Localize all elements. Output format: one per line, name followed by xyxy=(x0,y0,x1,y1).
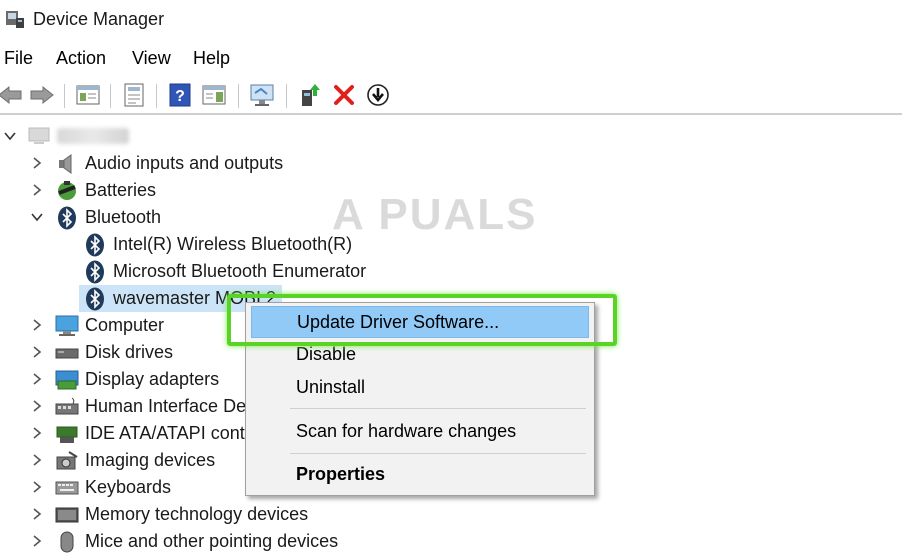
menu-action[interactable]: Action xyxy=(56,48,106,69)
chevron-right-icon[interactable] xyxy=(30,534,44,548)
monitor-icon[interactable] xyxy=(248,81,276,109)
annotation-highlight-box xyxy=(227,294,617,346)
tree-item-disk-drives[interactable]: Disk drives xyxy=(55,339,173,366)
uninstall-icon[interactable] xyxy=(330,81,358,109)
bluetooth-icon xyxy=(83,287,107,311)
chevron-right-icon[interactable] xyxy=(30,480,44,494)
chevron-right-icon[interactable] xyxy=(30,345,44,359)
chevron-right-icon[interactable] xyxy=(30,453,44,467)
svg-text:?: ? xyxy=(175,88,185,105)
battery-icon xyxy=(55,179,79,203)
chevron-right-icon[interactable] xyxy=(30,372,44,386)
chevron-right-icon[interactable] xyxy=(30,318,44,332)
chevron-right-icon[interactable] xyxy=(30,156,44,170)
bluetooth-icon xyxy=(55,206,79,230)
update-driver-icon[interactable] xyxy=(296,81,324,109)
tree-item-display-adapters[interactable]: Display adapters xyxy=(55,366,219,393)
tree-item-label: Display adapters xyxy=(85,369,220,389)
ide-icon xyxy=(55,422,79,446)
memory-icon xyxy=(55,503,79,527)
tree-item-label: Batteries xyxy=(85,180,157,200)
bluetooth-icon xyxy=(83,233,107,257)
chevron-right-icon[interactable] xyxy=(30,399,44,413)
toolbar-divider xyxy=(0,113,902,115)
tree-item-label: Microsoft Bluetooth Enumerator xyxy=(113,261,367,281)
chevron-right-icon[interactable] xyxy=(30,426,44,440)
tree-item-label: Disk drives xyxy=(85,342,174,362)
tree-item-label: Memory technology devices xyxy=(85,504,309,524)
disk-icon xyxy=(55,341,79,365)
chevron-down-icon[interactable] xyxy=(30,210,44,224)
tree-item-label: Imaging devices xyxy=(85,450,216,470)
chevron-right-icon[interactable] xyxy=(30,183,44,197)
chevron-down-icon[interactable] xyxy=(3,129,17,143)
tree-item-batteries[interactable]: Batteries xyxy=(55,177,156,204)
properties-icon[interactable] xyxy=(120,81,148,109)
computer-root-icon xyxy=(27,124,51,148)
tree-item-label: Keyboards xyxy=(85,477,172,497)
menu-bar: File Action View Help xyxy=(0,44,902,74)
tree-item-bluetooth[interactable]: Bluetooth xyxy=(55,204,161,231)
toolbar: ? xyxy=(0,78,902,112)
tree-item-mice[interactable]: Mice and other pointing devices xyxy=(55,528,338,555)
computer-icon xyxy=(55,314,79,338)
tree-item-computer[interactable]: Computer xyxy=(55,312,164,339)
tree-root[interactable] xyxy=(27,122,129,149)
tree-item-label: Bluetooth xyxy=(85,207,162,227)
hid-icon xyxy=(55,395,79,419)
keyboard-icon xyxy=(55,476,79,500)
forward-icon[interactable] xyxy=(28,81,56,109)
title-bar: Device Manager xyxy=(0,0,902,40)
help-icon[interactable]: ? xyxy=(166,81,194,109)
tree-item-label: Audio inputs and outputs xyxy=(85,153,284,173)
menu-item-uninstall[interactable]: Uninstall xyxy=(246,371,594,403)
menu-separator xyxy=(290,408,586,409)
download-icon[interactable] xyxy=(364,81,392,109)
bluetooth-icon xyxy=(83,260,107,284)
tree-item-intel-bluetooth[interactable]: Intel(R) Wireless Bluetooth(R) xyxy=(83,231,352,258)
tree-item-keyboards[interactable]: Keyboards xyxy=(55,474,171,501)
tree-item-label: Mice and other pointing devices xyxy=(85,531,339,551)
menu-item-properties[interactable]: Properties xyxy=(246,458,594,490)
root-computer-name xyxy=(57,127,129,144)
menu-item-scan-hardware[interactable]: Scan for hardware changes xyxy=(246,415,594,447)
speaker-icon xyxy=(55,152,79,176)
camera-icon xyxy=(55,449,79,473)
tree-item-memory[interactable]: Memory technology devices xyxy=(55,501,308,528)
tree-item-label: Computer xyxy=(85,315,165,335)
window-title: Device Manager xyxy=(33,9,165,29)
tree-item-imaging[interactable]: Imaging devices xyxy=(55,447,215,474)
device-manager-icon xyxy=(6,11,24,28)
display-adapter-icon xyxy=(55,368,79,392)
tree-item-audio[interactable]: Audio inputs and outputs xyxy=(55,150,283,177)
tree-item-label: Intel(R) Wireless Bluetooth(R) xyxy=(113,234,353,254)
chevron-right-icon[interactable] xyxy=(30,507,44,521)
tree-item-ms-bluetooth-enumerator[interactable]: Microsoft Bluetooth Enumerator xyxy=(83,258,366,285)
back-icon[interactable] xyxy=(0,81,24,109)
menu-file[interactable]: File xyxy=(4,48,33,69)
menu-view[interactable]: View xyxy=(132,48,171,69)
menu-separator xyxy=(290,453,586,454)
show-hide-tree-icon[interactable] xyxy=(74,81,102,109)
action-pane-icon[interactable] xyxy=(200,81,228,109)
mouse-icon xyxy=(55,530,79,554)
menu-help[interactable]: Help xyxy=(193,48,230,69)
